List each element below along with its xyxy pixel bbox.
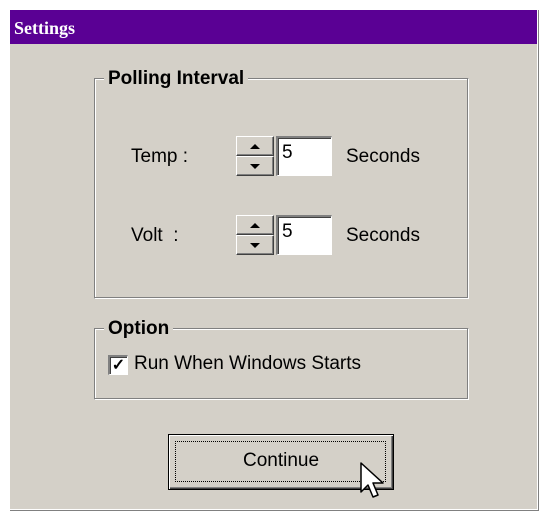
volt-spin-up-button[interactable]	[236, 215, 274, 235]
polling-interval-group	[94, 78, 469, 299]
temp-spin-up-button[interactable]	[236, 136, 274, 156]
option-title: Option	[104, 318, 174, 340]
run-at-startup-checkbox[interactable]: ✓	[108, 355, 128, 375]
title-bar[interactable]: Settings	[10, 10, 537, 44]
volt-interval-field[interactable]: 5	[276, 215, 332, 255]
window-title: Settings	[14, 18, 76, 38]
spin-down-icon	[250, 163, 260, 169]
spin-up-icon	[250, 143, 260, 149]
mouse-cursor-icon	[360, 462, 384, 498]
temp-label: Temp :	[131, 146, 189, 167]
checkmark-icon: ✓	[111, 356, 126, 374]
temp-unit-label: Seconds	[346, 146, 420, 167]
volt-spin-down-button[interactable]	[236, 235, 274, 255]
temp-interval-field[interactable]: 5	[276, 136, 332, 176]
polling-interval-title: Polling Interval	[104, 68, 249, 90]
run-at-startup-label[interactable]: Run When Windows Starts	[134, 353, 361, 375]
temp-spin-down-button[interactable]	[236, 156, 274, 176]
volt-label: Volt :	[131, 225, 179, 246]
volt-unit-label: Seconds	[346, 225, 420, 246]
temp-spinner	[236, 136, 274, 176]
spin-up-icon	[250, 222, 260, 228]
volt-spinner	[236, 215, 274, 255]
spin-down-icon	[250, 242, 260, 248]
settings-window: Settings Polling Interval Temp : 5 Secon…	[9, 9, 538, 510]
